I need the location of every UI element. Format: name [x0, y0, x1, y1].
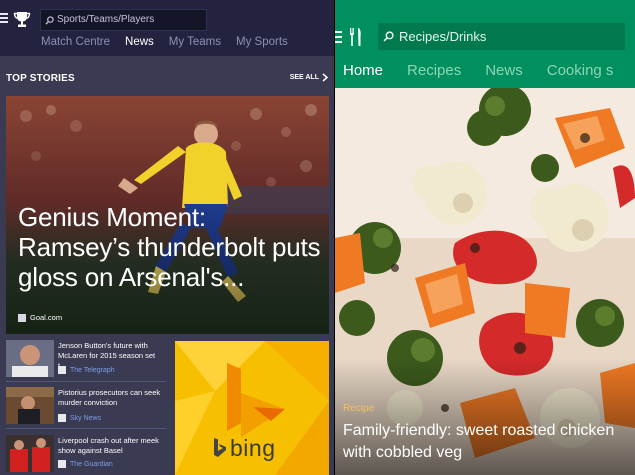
- hero-source: Goal.com: [18, 313, 62, 322]
- hero-source-name: Goal.com: [30, 313, 63, 322]
- tab-cooking[interactable]: Cooking s: [547, 62, 614, 79]
- search-placeholder: Recipes/Drinks: [399, 29, 487, 44]
- trophy-icon[interactable]: [13, 10, 31, 28]
- source-logo-icon: [58, 414, 66, 422]
- news-source[interactable]: The Telegraph: [58, 366, 164, 374]
- news-thumbnail: [6, 435, 54, 472]
- feature-category: Recipe: [343, 403, 375, 414]
- source-logo-icon: [18, 313, 26, 322]
- news-list: Jenson Button's future with McLaren for …: [6, 340, 166, 475]
- source-logo-icon: [58, 460, 66, 468]
- hero-headline: Genius Moment: Ramsey’s thunderbolt puts…: [18, 202, 321, 292]
- divider: [6, 381, 166, 382]
- food-search-input[interactable]: Recipes/Drinks: [378, 23, 625, 50]
- food-app-pane: Recipes/Drinks Home Recipes News Cooking…: [335, 0, 635, 475]
- news-thumbnail: [6, 387, 54, 424]
- search-icon: [45, 15, 54, 25]
- fork-knife-icon[interactable]: [349, 28, 363, 46]
- news-headline: Liverpool crash out after meek show agai…: [58, 436, 159, 455]
- news-source-name: The Telegraph: [70, 366, 115, 374]
- bing-wordmark: bing: [230, 435, 276, 461]
- tab-news[interactable]: News: [485, 62, 523, 79]
- bing-b-icon: [214, 438, 226, 457]
- chevron-right-icon: [322, 73, 328, 82]
- list-item[interactable]: Pistorius prosecutors can seek murder co…: [6, 387, 166, 429]
- hamburger-menu-icon[interactable]: [0, 13, 8, 24]
- news-headline: Pistorius prosecutors can seek murder co…: [58, 388, 161, 407]
- sports-search-input[interactable]: Sports/Teams/Players: [40, 9, 207, 31]
- feature-recipe-photo[interactable]: [335, 88, 635, 475]
- see-all-link[interactable]: SEE ALL: [290, 73, 328, 82]
- section-title: TOP STORIES: [6, 73, 75, 84]
- list-item[interactable]: Jenson Button's future with McLaren for …: [6, 340, 166, 382]
- search-icon: [383, 31, 394, 42]
- hamburger-menu-icon[interactable]: [335, 31, 342, 43]
- news-source-name: The Guardian: [70, 460, 113, 468]
- feature-title[interactable]: Family-friendly: sweet roasted chicken w…: [343, 420, 633, 464]
- news-source[interactable]: Sky News: [58, 414, 164, 422]
- news-source[interactable]: The Guardian: [58, 460, 164, 468]
- tab-my-sports[interactable]: My Sports: [236, 36, 288, 48]
- sports-header: Sports/Teams/Players Match Centre News M…: [0, 0, 334, 56]
- news-source-name: Sky News: [70, 414, 102, 422]
- see-all-label: SEE ALL: [289, 74, 319, 81]
- tab-my-teams[interactable]: My Teams: [169, 36, 221, 48]
- tab-recipes[interactable]: Recipes: [407, 62, 461, 79]
- top-stories-header: TOP STORIES SEE ALL: [6, 73, 328, 85]
- tab-home[interactable]: Home: [343, 62, 383, 79]
- search-placeholder: Sports/Teams/Players: [57, 14, 155, 25]
- tab-news[interactable]: News: [125, 36, 154, 48]
- news-thumbnail: [6, 340, 54, 377]
- sports-nav-tabs: Match Centre News My Teams My Sports: [41, 36, 303, 48]
- tab-match-centre[interactable]: Match Centre: [41, 36, 110, 48]
- source-logo-icon: [58, 366, 66, 374]
- divider: [6, 428, 166, 429]
- food-header: Recipes/Drinks Home Recipes News Cooking…: [335, 0, 635, 88]
- bing-ad-tile[interactable]: bing: [175, 341, 329, 475]
- list-item[interactable]: Liverpool crash out after meek show agai…: [6, 435, 166, 475]
- sports-app-pane: Sports/Teams/Players Match Centre News M…: [0, 0, 334, 475]
- food-nav-tabs: Home Recipes News Cooking s: [343, 62, 635, 79]
- hero-story-card[interactable]: Genius Moment: Ramsey’s thunderbolt puts…: [6, 96, 329, 334]
